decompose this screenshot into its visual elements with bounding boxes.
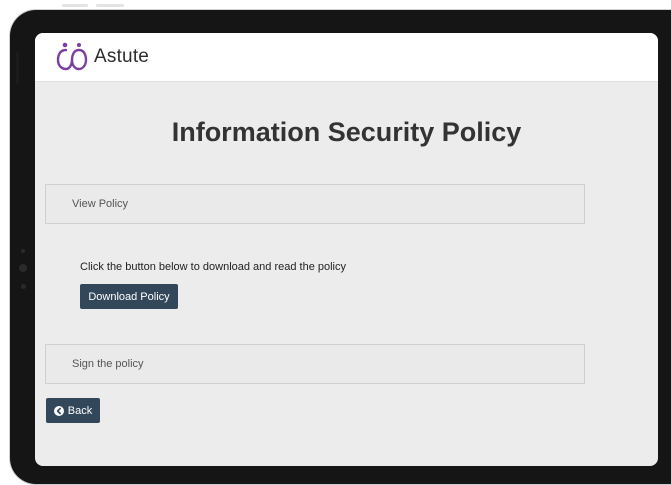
sensor-dot xyxy=(21,249,25,253)
view-policy-label: View Policy xyxy=(72,198,129,210)
app-screen: Astute Information Security Policy View … xyxy=(35,33,658,466)
tab-indicator xyxy=(62,4,88,7)
back-button[interactable]: Back xyxy=(46,398,100,423)
app-header: Astute xyxy=(35,33,658,82)
page-title: Information Security Policy xyxy=(171,117,522,147)
download-policy-button[interactable]: Download Policy xyxy=(80,284,178,309)
tab-indicator xyxy=(96,4,124,7)
back-button-label: Back xyxy=(67,404,93,417)
tablet-side-button xyxy=(16,52,19,84)
sensor-dot xyxy=(21,284,26,289)
download-instruction-text: Click the button below to download and r… xyxy=(80,261,347,273)
camera-icon xyxy=(19,264,27,272)
view-policy-accordion[interactable]: View Policy xyxy=(45,184,585,224)
sign-policy-accordion[interactable]: Sign the policy xyxy=(45,344,585,384)
app-logo-text: Astute xyxy=(94,46,150,67)
sign-policy-label: Sign the policy xyxy=(72,358,144,370)
arrow-left-circle-icon xyxy=(53,405,64,416)
astute-logo-icon xyxy=(56,42,88,71)
